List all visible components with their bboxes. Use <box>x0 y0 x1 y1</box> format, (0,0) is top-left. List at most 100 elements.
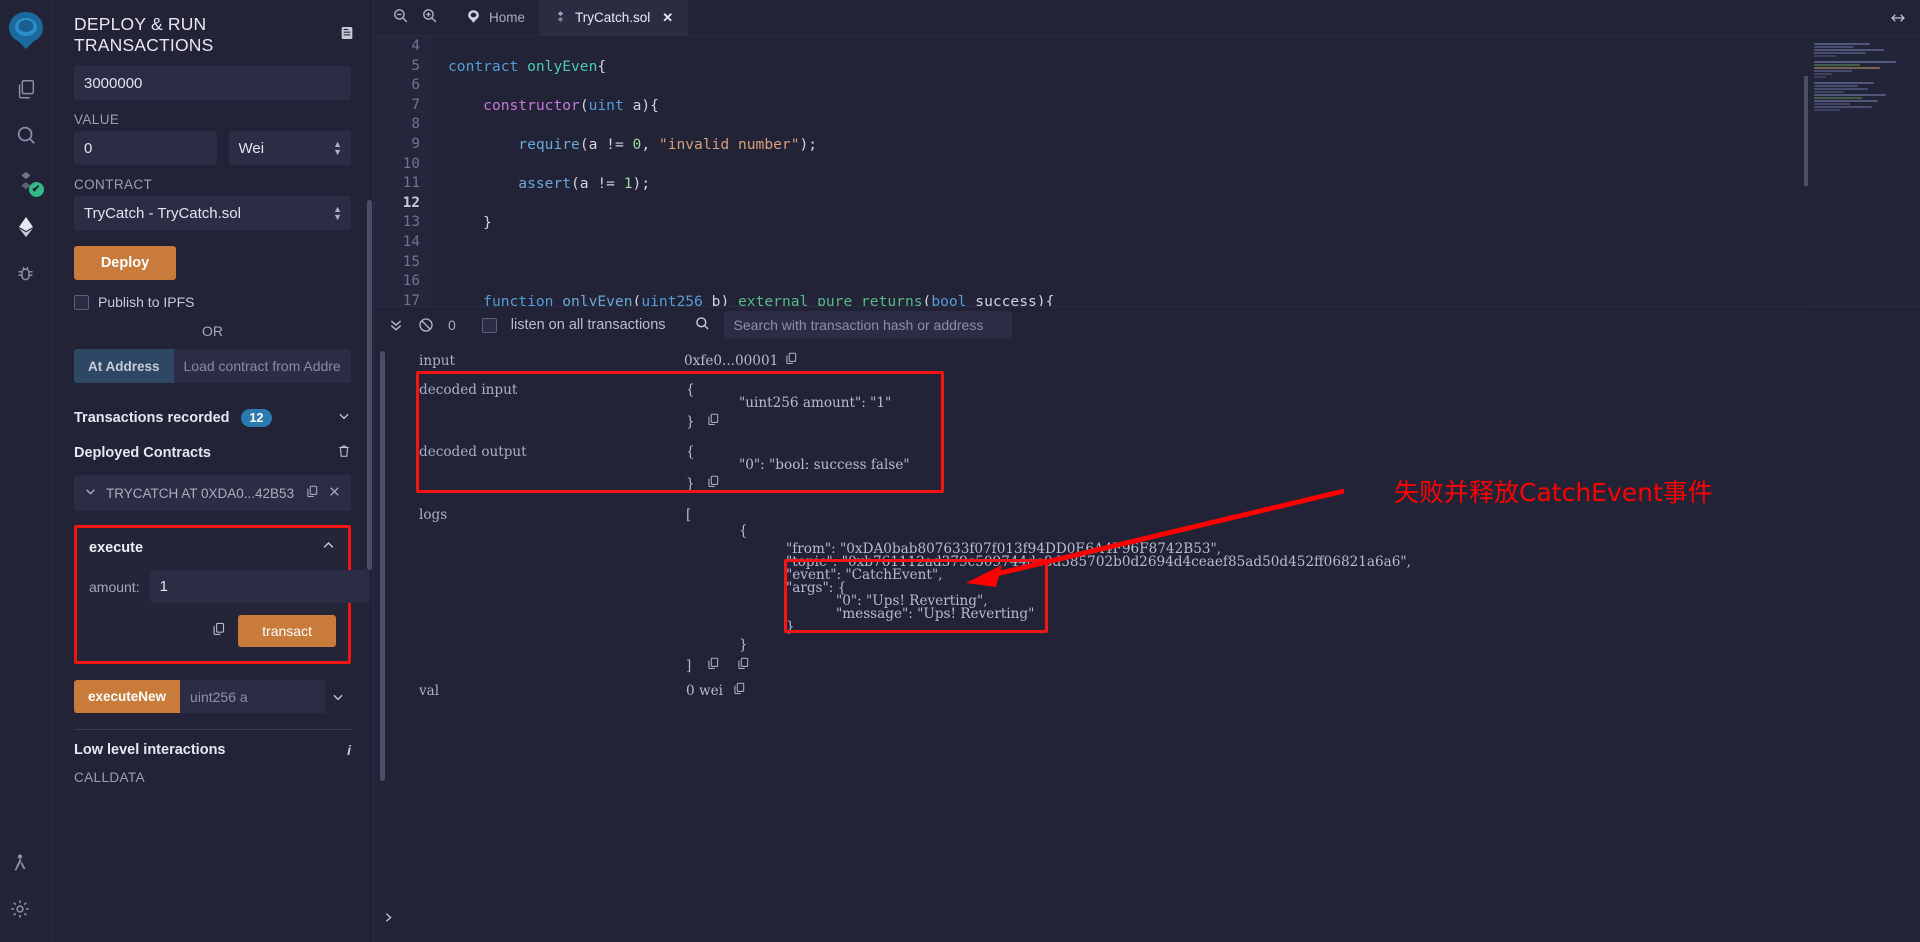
editor-minimap[interactable] <box>1808 36 1920 306</box>
close-icon[interactable]: ✕ <box>662 10 673 26</box>
code-line: assert(a != 1); <box>448 174 1920 194</box>
deployed-contracts-label: Deployed Contracts <box>74 445 211 461</box>
decoded-input-body: "uint256 amount": "1" <box>739 395 891 411</box>
chevron-down-icon[interactable] <box>84 485 97 501</box>
code-line: require(a != 0, "invalid number"); <box>448 135 1920 155</box>
expand-icon[interactable] <box>1890 0 1920 35</box>
line-number: 4 <box>374 37 420 57</box>
copy-icon[interactable] <box>736 656 750 675</box>
console-scrollbar[interactable] <box>380 351 385 781</box>
low-level-interactions-label: Low level interactions <box>74 742 226 758</box>
copy-icon[interactable] <box>784 351 798 370</box>
line-number: 6 <box>374 76 420 96</box>
chevron-down-icon[interactable] <box>337 409 351 427</box>
log-args-close: } <box>786 619 795 635</box>
contract-label: CONTRACT <box>74 177 351 192</box>
log-value-val: 0 wei <box>686 683 723 699</box>
amount-label: amount: <box>89 579 140 595</box>
transact-button[interactable]: transact <box>238 615 336 647</box>
trash-icon[interactable] <box>337 443 351 463</box>
zoom-out-icon[interactable] <box>392 7 409 29</box>
listen-all-transactions-checkbox[interactable] <box>482 318 497 333</box>
zoom-in-icon[interactable] <box>421 7 438 29</box>
log-key-decoded-output: decoded output <box>419 444 527 460</box>
sidebar-item-file-explorer[interactable] <box>6 66 46 112</box>
transactions-recorded-row[interactable]: Transactions recorded 12 <box>74 409 351 427</box>
chevron-up-icon[interactable] <box>321 538 336 558</box>
left-panel-scrollbar[interactable] <box>367 200 372 570</box>
listen-all-transactions-label: listen on all transactions <box>511 317 666 333</box>
decoded-input-close-brace: } <box>686 414 695 430</box>
divider <box>74 729 351 730</box>
code-line: } <box>448 213 1920 233</box>
tab-home[interactable]: Home <box>452 0 540 35</box>
close-icon[interactable] <box>328 485 341 501</box>
logs-object-open: { <box>739 523 748 539</box>
line-number: 7 <box>374 96 420 116</box>
pending-transaction-count: 0 <box>448 317 456 333</box>
copy-icon[interactable] <box>706 412 720 431</box>
main-area: Home TryCatch.sol ✕ 4 5 6 7 8 9 10 <box>374 0 1920 942</box>
console-toolbar: 0 listen on all transactions <box>374 307 1920 343</box>
tab-trycatch-label: TryCatch.sol <box>575 10 650 25</box>
log-arg-message: "message": "Ups! Reverting" <box>836 606 1034 622</box>
line-number: 8 <box>374 115 420 135</box>
copy-calldata-icon[interactable] <box>211 621 226 642</box>
execute-function-highlight: execute amount: transact <box>74 525 351 664</box>
line-number-gutter: 4 5 6 7 8 9 10 11 12 13 14 15 16 17 <box>374 36 432 306</box>
sidebar-item-solidity-compiler[interactable]: ✔ <box>6 158 46 204</box>
console-log-area[interactable]: input 0xfe0...00001 decoded input { "uin… <box>374 343 1920 942</box>
deploy-run-panel: DEPLOY & RUN TRANSACTIONS VALUE ▲▼ CONTR… <box>52 0 374 942</box>
tab-home-label: Home <box>489 10 525 25</box>
execute-new-input[interactable] <box>180 680 325 713</box>
remix-logo[interactable] <box>4 8 48 52</box>
info-icon[interactable]: i <box>347 742 351 758</box>
sidebar-item-plugin-manager[interactable] <box>0 840 40 886</box>
copy-icon[interactable] <box>732 681 746 700</box>
code-content[interactable]: contract onlyEven{ constructor(uint a){ … <box>432 36 1920 306</box>
copy-icon[interactable] <box>305 484 319 502</box>
chevron-right-icon[interactable] <box>382 910 395 928</box>
publish-ipfs-checkbox[interactable] <box>74 295 89 310</box>
logs-object-close: } <box>739 637 748 653</box>
gas-limit-input[interactable] <box>74 66 351 100</box>
chevrons-down-icon[interactable] <box>388 317 404 333</box>
line-number: 17 <box>374 292 420 306</box>
at-address-input[interactable] <box>174 349 351 383</box>
copy-icon[interactable] <box>706 656 720 675</box>
tab-trycatch-sol[interactable]: TryCatch.sol ✕ <box>540 0 688 35</box>
value-label: VALUE <box>74 112 351 127</box>
code-line: function onlyEven(uint256 b) external pu… <box>448 292 1920 306</box>
decoded-output-close-brace: } <box>686 476 695 492</box>
documentation-icon[interactable] <box>339 25 355 46</box>
line-number: 9 <box>374 135 420 155</box>
sidebar-item-deploy-run[interactable] <box>6 204 46 250</box>
logs-close-bracket: ] <box>686 658 691 674</box>
copy-icon[interactable] <box>706 474 720 493</box>
value-amount-input[interactable] <box>74 131 217 165</box>
transaction-search-input[interactable] <box>724 311 1012 339</box>
left-icon-bar: ✔ <box>0 0 52 942</box>
code-line: contract onlyEven{ <box>448 57 1920 77</box>
remix-home-icon <box>466 9 481 27</box>
contract-select[interactable] <box>74 196 351 230</box>
sidebar-item-debugger[interactable] <box>6 250 46 296</box>
sidebar-item-search[interactable] <box>6 112 46 158</box>
deploy-button[interactable]: Deploy <box>74 246 176 280</box>
ban-circle-icon[interactable] <box>418 317 434 333</box>
value-unit-select[interactable] <box>229 131 352 165</box>
line-number: 14 <box>374 233 420 253</box>
execute-new-button[interactable]: executeNew <box>74 680 180 713</box>
log-value-input: 0xfe0...00001 <box>684 353 778 369</box>
search-icon[interactable] <box>694 315 710 336</box>
amount-input[interactable] <box>150 570 369 603</box>
deployed-contract-card: TRYCATCH AT 0XDA0...42B53 (ME execute <box>74 475 351 785</box>
decoded-output-open-brace: { <box>686 444 695 460</box>
chevron-down-icon[interactable] <box>325 680 351 713</box>
sidebar-item-settings[interactable] <box>0 886 40 932</box>
code-editor[interactable]: 4 5 6 7 8 9 10 11 12 13 14 15 16 17 cont… <box>374 36 1920 306</box>
execute-new-row: executeNew <box>74 680 351 713</box>
at-address-button[interactable]: At Address <box>74 349 174 383</box>
transactions-recorded-count: 12 <box>241 409 273 427</box>
deployed-instance-title: TRYCATCH AT 0XDA0...42B53 (ME <box>106 486 296 501</box>
